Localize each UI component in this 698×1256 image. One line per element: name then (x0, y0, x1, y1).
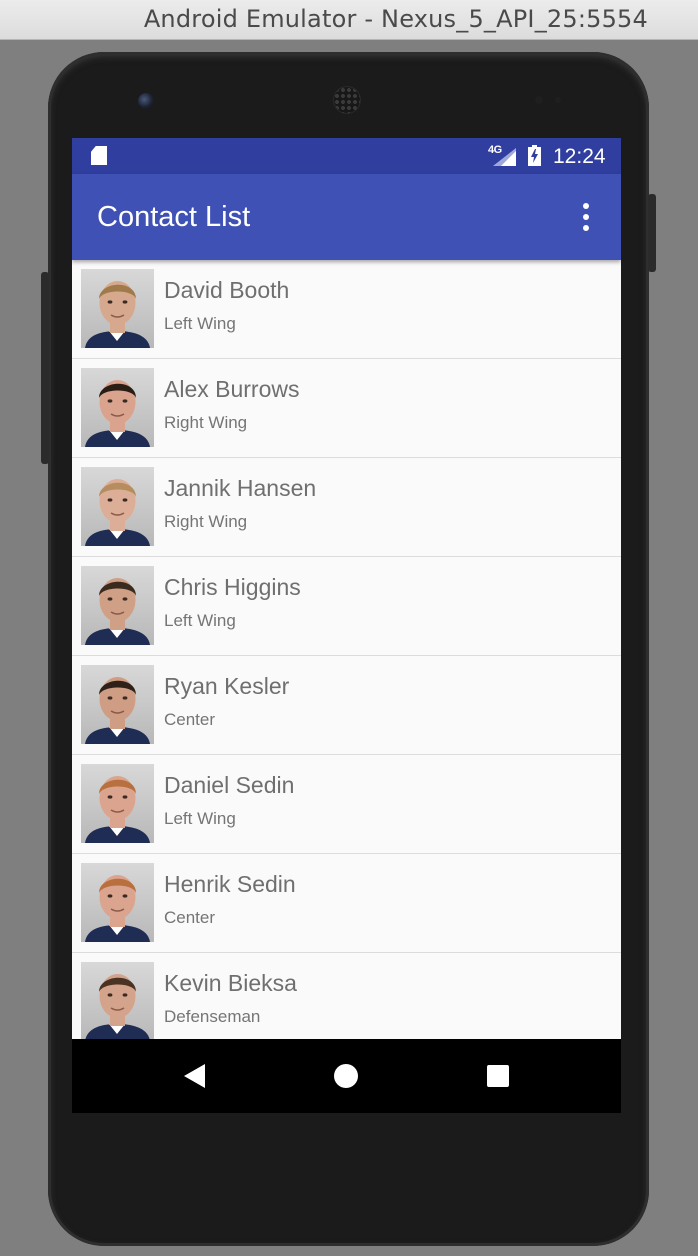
navigation-bar (72, 1039, 621, 1113)
contact-position: Center (164, 908, 216, 927)
list-item[interactable]: Alex Burrows Right Wing (72, 359, 621, 458)
contact-photo (81, 269, 154, 348)
app-bar: Contact List (72, 174, 621, 260)
app-title: Contact List (97, 201, 251, 233)
list-item[interactable]: Jannik Hansen Right Wing (72, 458, 621, 557)
status-clock: 12:24 (553, 145, 606, 168)
device-screen: 4G 12:24 Contact List David Booth Left Wi… (72, 138, 621, 1113)
contact-name: Ryan Kesler (164, 673, 290, 699)
list-item[interactable]: David Booth Left Wing (72, 260, 621, 359)
contact-photo (81, 566, 154, 645)
contact-position: Center (164, 710, 216, 729)
recents-icon[interactable] (487, 1065, 509, 1087)
list-item[interactable]: Kevin Bieksa Defenseman (72, 953, 621, 1039)
window-titlebar: Android Emulator - Nexus_5_API_25:5554 (0, 0, 698, 40)
contact-position: Defenseman (164, 1007, 261, 1026)
list-item[interactable]: Henrik Sedin Center (72, 854, 621, 953)
status-bar: 4G 12:24 (72, 138, 621, 174)
contact-name: Chris Higgins (164, 574, 301, 600)
contact-photo (81, 764, 154, 843)
list-item[interactable]: Chris Higgins Left Wing (72, 557, 621, 656)
contact-photo (81, 665, 154, 744)
power-button[interactable] (648, 194, 656, 272)
list-item[interactable]: Daniel Sedin Left Wing (72, 755, 621, 854)
front-camera-icon (138, 93, 154, 109)
contact-photo (81, 368, 154, 447)
contact-position: Right Wing (164, 413, 248, 432)
contact-position: Right Wing (164, 512, 248, 531)
light-sensor-icon (555, 97, 561, 103)
contact-photo (81, 467, 154, 546)
volume-button[interactable] (41, 272, 49, 464)
contact-list[interactable]: David Booth Left Wing Alex Burrows Right Wi… (72, 260, 621, 1039)
earpiece-speaker-icon (333, 86, 361, 114)
list-item[interactable]: Ryan Kesler Center (72, 656, 621, 755)
contact-name: Alex Burrows (164, 376, 300, 402)
contact-name: Jannik Hansen (164, 475, 317, 501)
contact-position: Left Wing (164, 809, 236, 828)
sd-card-icon (91, 146, 107, 165)
contact-name: Kevin Bieksa (164, 970, 297, 996)
home-icon[interactable] (334, 1064, 358, 1088)
back-icon[interactable] (184, 1064, 205, 1088)
contact-position: Left Wing (164, 611, 236, 630)
battery-charging-icon (528, 145, 541, 166)
contact-position: Left Wing (164, 314, 236, 333)
contact-name: David Booth (164, 277, 290, 303)
contact-name: Henrik Sedin (164, 871, 296, 897)
proximity-sensor-icon (535, 96, 543, 104)
contact-photo (81, 962, 154, 1039)
contact-name: Daniel Sedin (164, 772, 295, 798)
contact-photo (81, 863, 154, 942)
signal-icon (493, 148, 516, 166)
window-title: Android Emulator - Nexus_5_API_25:5554 (143, 5, 648, 33)
overflow-menu-icon[interactable] (572, 199, 600, 235)
